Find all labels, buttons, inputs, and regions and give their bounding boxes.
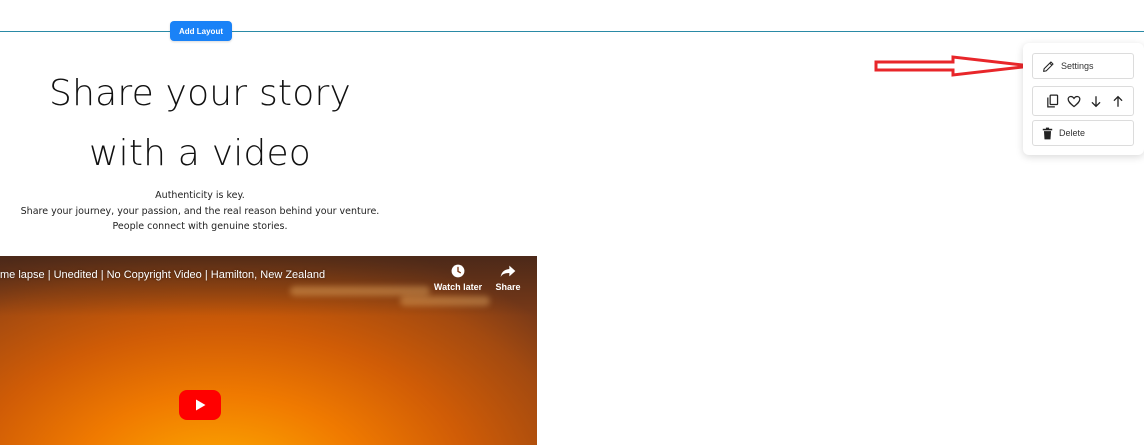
clock-icon: [451, 264, 465, 278]
body-line-2: Share your journey, your passion, and th…: [20, 205, 380, 217]
pencil-icon: [1043, 60, 1054, 72]
play-button[interactable]: [179, 390, 221, 420]
share-icon: [500, 265, 516, 277]
hero-body-text: Authenticity is key. Share your journey,…: [0, 188, 400, 235]
arrow-up-icon[interactable]: [1107, 91, 1129, 111]
share-button[interactable]: Share: [493, 264, 523, 292]
settings-label: Settings: [1061, 61, 1094, 71]
headline-line-2: with a video: [88, 133, 312, 174]
body-line-1: Authenticity is key.: [155, 190, 245, 201]
watch-later-button[interactable]: Watch later: [433, 264, 483, 292]
headline-line-1: Share your story: [49, 73, 351, 114]
video-thumbnail-cloud: [290, 286, 430, 296]
share-label: Share: [495, 282, 521, 292]
copy-icon[interactable]: [1041, 91, 1063, 111]
watch-later-label: Watch later: [433, 282, 483, 292]
settings-button[interactable]: Settings: [1032, 53, 1134, 79]
play-icon: [196, 399, 206, 411]
add-layout-button[interactable]: Add Layout: [170, 21, 232, 41]
hero-headline: Share your story with a video: [0, 64, 400, 184]
heart-icon[interactable]: [1063, 91, 1085, 111]
video-title[interactable]: me lapse | Unedited | No Copyright Video…: [0, 269, 325, 281]
youtube-video-embed[interactable]: me lapse | Unedited | No Copyright Video…: [0, 256, 537, 445]
body-line-3: People connect with genuine stories.: [112, 221, 288, 232]
red-arrow-icon: [874, 55, 1032, 77]
arrow-down-icon[interactable]: [1085, 91, 1107, 111]
element-context-menu: Settings Delete: [1023, 43, 1144, 155]
delete-label: Delete: [1059, 128, 1086, 138]
delete-button[interactable]: Delete: [1032, 120, 1134, 146]
trash-icon: [1042, 127, 1053, 139]
video-thumbnail-cloud: [400, 296, 490, 306]
element-actions-row: [1032, 86, 1134, 116]
